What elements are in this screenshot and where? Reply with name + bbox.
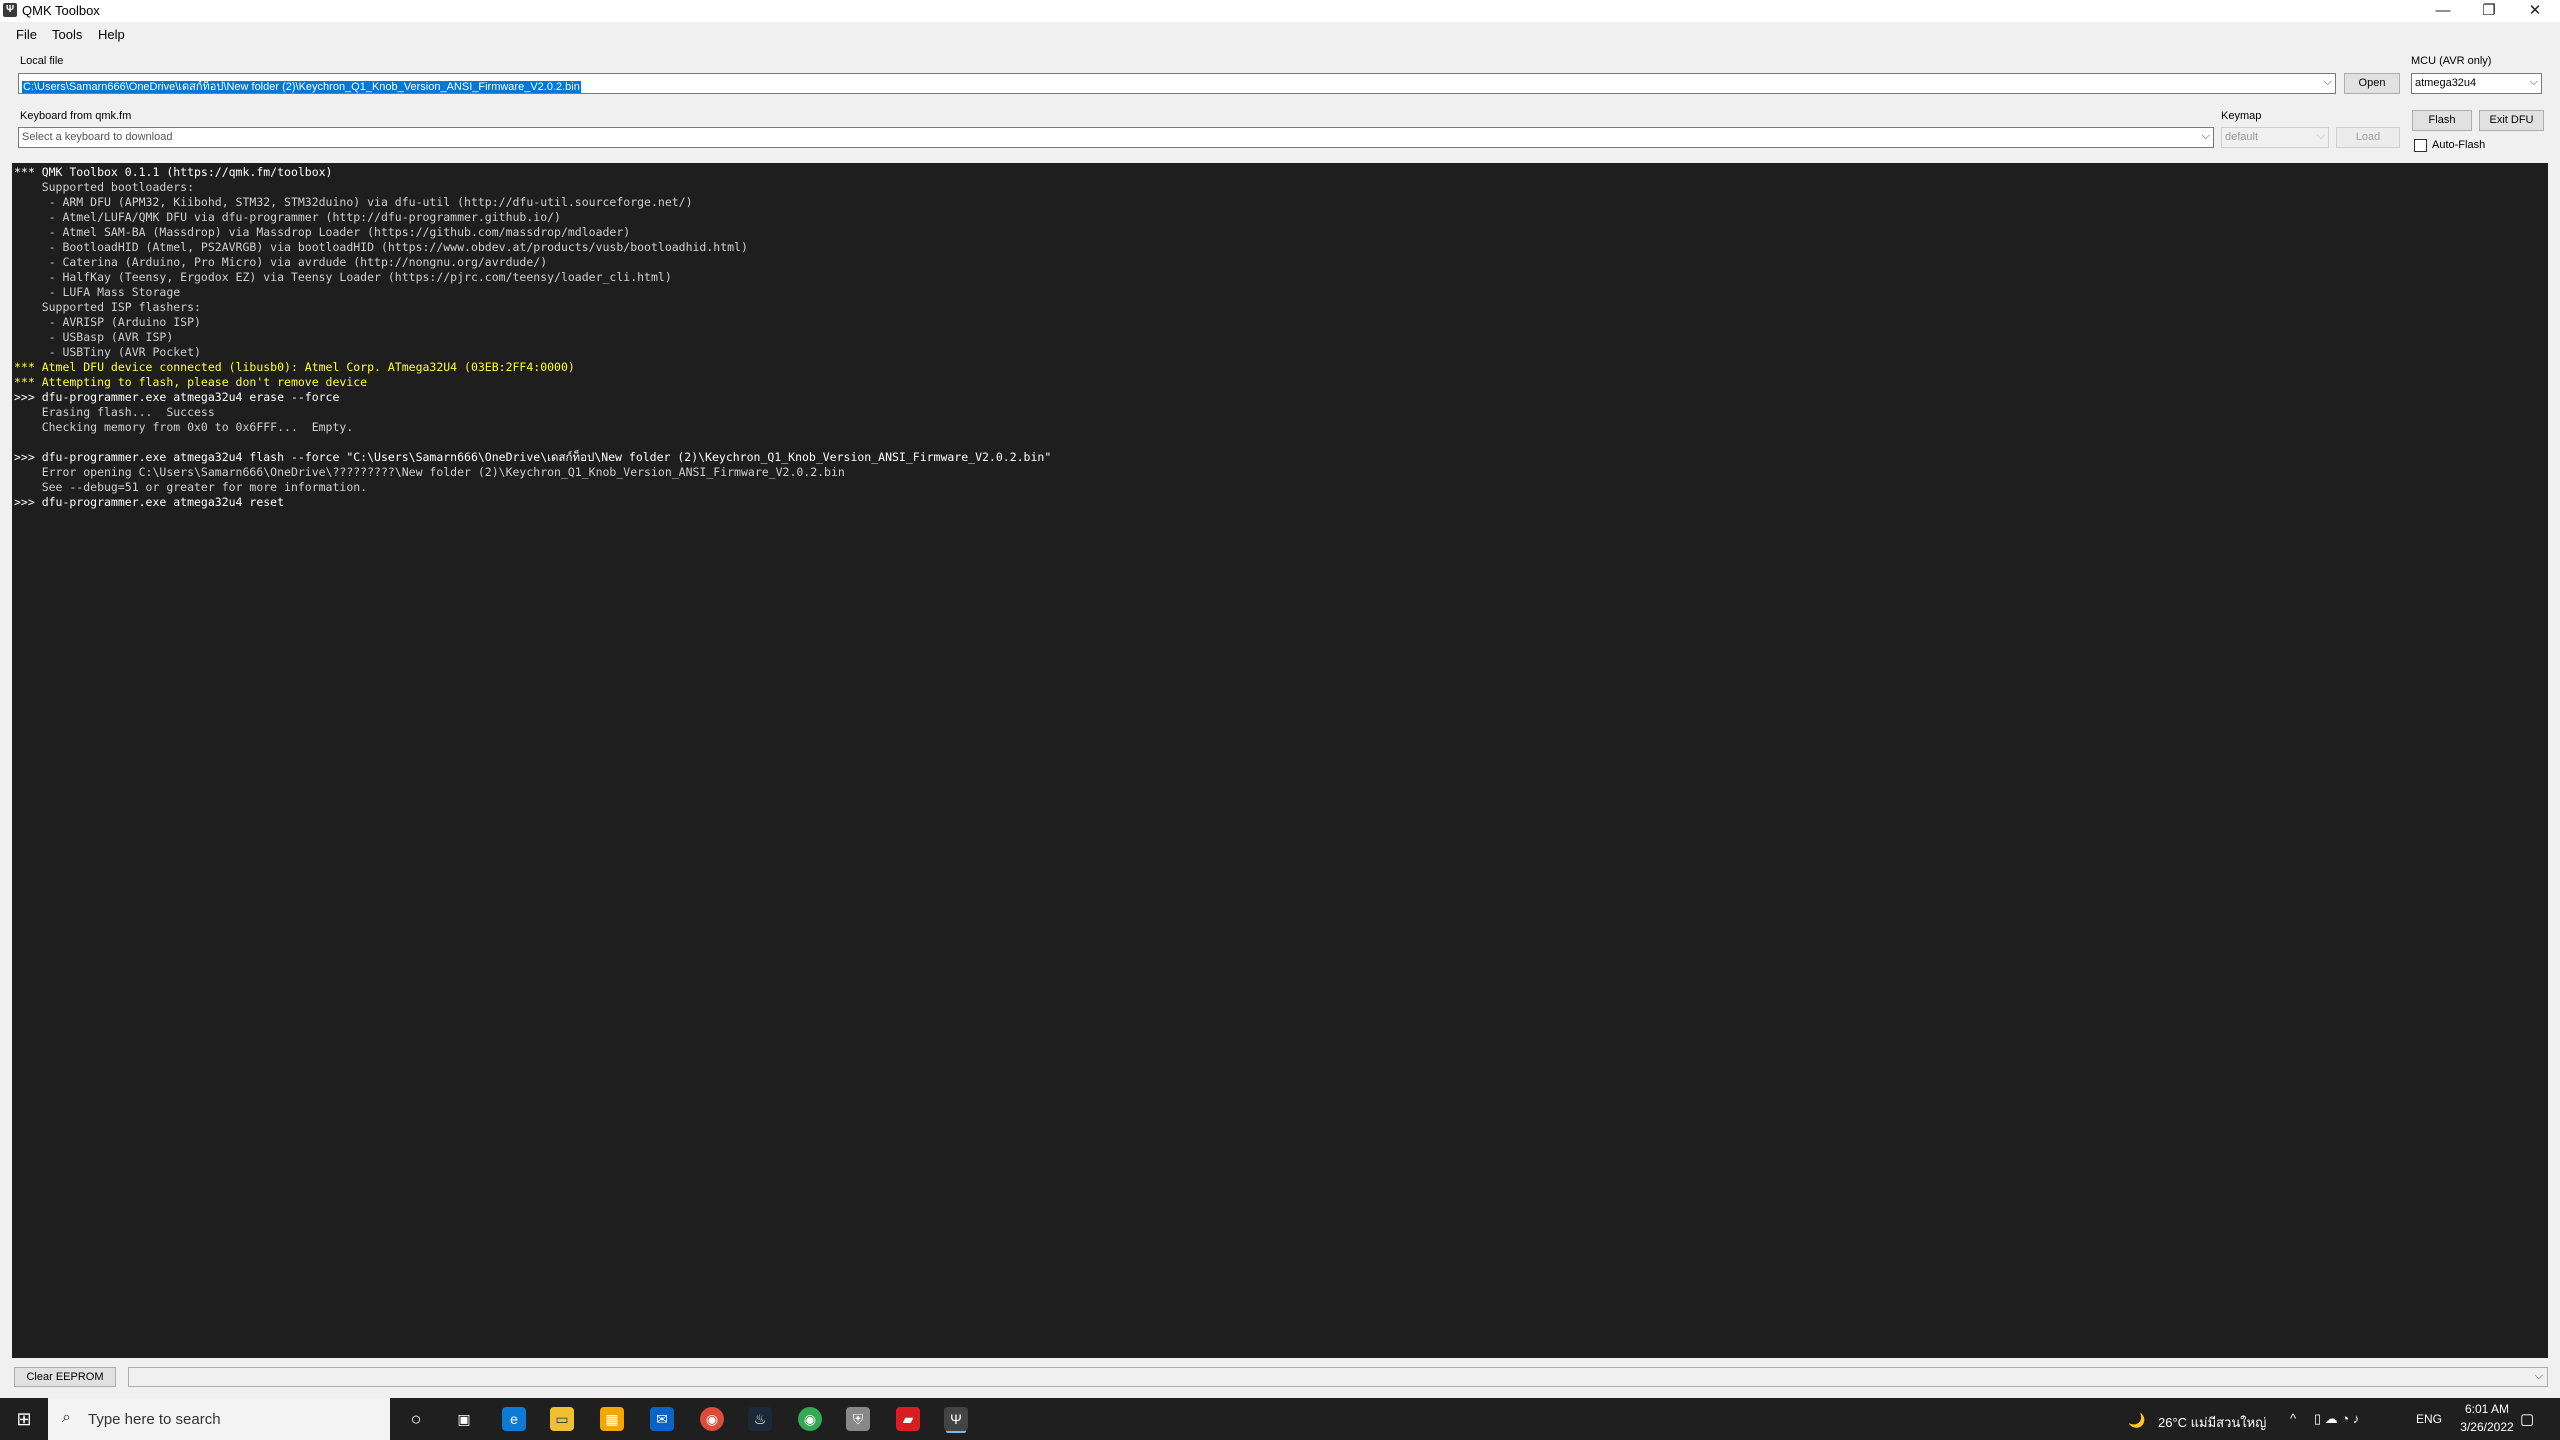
auto-flash-checkbox[interactable] <box>2414 139 2427 152</box>
console-line: *** Atmel DFU device connected (libusb0)… <box>14 360 575 374</box>
app-red-icon[interactable]: ▰ <box>896 1407 920 1431</box>
local-file-path: C:\Users\Samarn666\OneDrive\เดสก์ท็อป\Ne… <box>22 81 581 93</box>
console-line: Error opening C:\Users\Samarn666\OneDriv… <box>14 465 845 479</box>
clock-time[interactable]: 6:01 AM <box>2452 1402 2522 1416</box>
chevron-down-icon[interactable]: ⌵ <box>2317 130 2325 143</box>
clock-date[interactable]: 3/26/2022 <box>2452 1420 2522 1434</box>
chevron-down-icon[interactable]: ⌵ <box>2535 1370 2543 1383</box>
flash-button[interactable]: Flash <box>2412 110 2472 131</box>
mcu-select[interactable]: atmega32u4 ⌵ <box>2411 73 2542 94</box>
cortana-icon[interactable]: ○ <box>404 1407 428 1431</box>
console-line: *** QMK Toolbox 0.1.1 (https://qmk.fm/to… <box>14 165 333 179</box>
console-line: - Atmel SAM-BA (Massdrop) via Massdrop L… <box>14 225 631 239</box>
title-bar: Ψ QMK Toolbox — ❐ ✕ <box>0 0 2560 22</box>
local-file-label: Local file <box>20 55 64 67</box>
console-line: *** Attempting to flash, please don't re… <box>14 375 368 389</box>
console-line: - Atmel/LUFA/QMK DFU via dfu-programmer … <box>14 210 561 224</box>
console-line: >>> dfu-programmer.exe atmega32u4 reset <box>14 495 285 509</box>
notification-icon[interactable]: ▢ <box>2520 1410 2534 1428</box>
open-button[interactable]: Open <box>2344 73 2400 94</box>
bottom-bar: Clear EEPROM ⌵ <box>0 1364 2560 1390</box>
app-icon: Ψ <box>3 3 17 17</box>
keymap-value: default <box>2225 131 2259 143</box>
chevron-down-icon[interactable]: ⌵ <box>2530 76 2538 89</box>
taskbar: ⊞ ⌕ Type here to search ○ ▣ e ▭ ▦ ✉ ◉ ♨ … <box>0 1398 2560 1440</box>
console-line: - Caterina (Arduino, Pro Micro) via avrd… <box>14 255 548 269</box>
keymap-label: Keymap <box>2221 110 2262 122</box>
chevron-up-icon[interactable]: ^ <box>2290 1411 2296 1426</box>
keyboard-combo[interactable]: Select a keyboard to download ⌵ <box>18 127 2214 148</box>
mail-icon[interactable]: ✉ <box>650 1407 674 1431</box>
console-line: >>> dfu-programmer.exe atmega32u4 flash … <box>14 450 1052 464</box>
mcu-label: MCU (AVR only) <box>2411 55 2492 67</box>
auto-flash-label: Auto-Flash <box>2432 139 2486 151</box>
qmk-toolbox-taskbar-icon[interactable]: Ψ <box>944 1407 968 1431</box>
restore-icon[interactable]: ❐ <box>2466 0 2512 22</box>
load-button[interactable]: Load <box>2336 127 2400 148</box>
menu-bar: File Tools Help <box>0 23 2560 45</box>
chevron-down-icon[interactable]: ⌵ <box>2202 130 2210 143</box>
task-view-icon[interactable]: ▣ <box>452 1407 476 1431</box>
weather-icon[interactable]: 🌙 <box>2128 1412 2145 1429</box>
console-line: - AVRISP (Arduino ISP) <box>14 315 201 329</box>
local-file-combo[interactable]: C:\Users\Samarn666\OneDrive\เดสก์ท็อป\Ne… <box>18 73 2336 94</box>
mcu-value: atmega32u4 <box>2415 77 2477 89</box>
console-line: >>> dfu-programmer.exe atmega32u4 erase … <box>14 390 340 404</box>
status-combo[interactable]: ⌵ <box>128 1367 2548 1387</box>
chrome-icon[interactable]: ◉ <box>700 1407 724 1431</box>
console-line: Checking memory from 0x0 to 0x6FFF... Em… <box>14 420 354 434</box>
console-line: - BootloadHID (Atmel, PS2AVRGB) via boot… <box>14 240 748 254</box>
menu-tools[interactable]: Tools <box>52 27 82 42</box>
keyboard-label: Keyboard from qmk.fm <box>20 110 132 122</box>
minimize-icon[interactable]: — <box>2420 0 2466 22</box>
menu-file[interactable]: File <box>16 27 37 42</box>
windows-start-icon[interactable]: ⊞ <box>12 1407 36 1431</box>
shield-icon[interactable]: ⛨ <box>846 1407 870 1431</box>
chevron-down-icon[interactable]: ⌵ <box>2324 76 2332 89</box>
keymap-select[interactable]: default ⌵ <box>2221 127 2329 148</box>
taskbar-search[interactable]: ⌕ Type here to search <box>48 1398 390 1440</box>
console-line: - USBTiny (AVR Pocket) <box>14 345 201 359</box>
console-line: - USBasp (AVR ISP) <box>14 330 174 344</box>
keyboard-placeholder: Select a keyboard to download <box>22 131 173 143</box>
steam-icon[interactable]: ♨ <box>748 1407 772 1431</box>
file-explorer-icon[interactable]: ▭ <box>550 1407 574 1431</box>
clear-eeprom-button[interactable]: Clear EEPROM <box>14 1367 116 1387</box>
search-placeholder: Type here to search <box>88 1411 221 1428</box>
console-line: - HalfKay (Teensy, Ergodox EZ) via Teens… <box>14 270 672 284</box>
console-line: See --debug=51 or greater for more infor… <box>14 480 368 494</box>
console-output[interactable]: *** QMK Toolbox 0.1.1 (https://qmk.fm/to… <box>12 163 2548 1358</box>
window-title: QMK Toolbox <box>22 3 100 18</box>
console-line: - LUFA Mass Storage <box>14 285 181 299</box>
weather-text[interactable]: 26°C แม่มีสวนใหญ่ <box>2158 1412 2266 1433</box>
console-line: Supported ISP flashers: <box>14 300 201 314</box>
console-line: Erasing flash... Success <box>14 405 215 419</box>
edge-icon[interactable]: e <box>502 1407 526 1431</box>
close-icon[interactable]: ✕ <box>2512 0 2558 22</box>
exit-dfu-button[interactable]: Exit DFU <box>2479 110 2544 131</box>
tray-icons[interactable]: ▯ ☁ ◔ ♪ <box>2314 1411 2359 1427</box>
console-line: - ARM DFU (APM32, Kiibohd, STM32, STM32d… <box>14 195 693 209</box>
console-line: Supported bootloaders: <box>14 180 195 194</box>
language-indicator[interactable]: ENG <box>2416 1412 2442 1426</box>
search-icon: ⌕ <box>62 1409 71 1426</box>
menu-help[interactable]: Help <box>98 27 125 42</box>
chrome-profile-icon[interactable]: ◉ <box>798 1407 822 1431</box>
store-icon[interactable]: ▦ <box>600 1407 624 1431</box>
